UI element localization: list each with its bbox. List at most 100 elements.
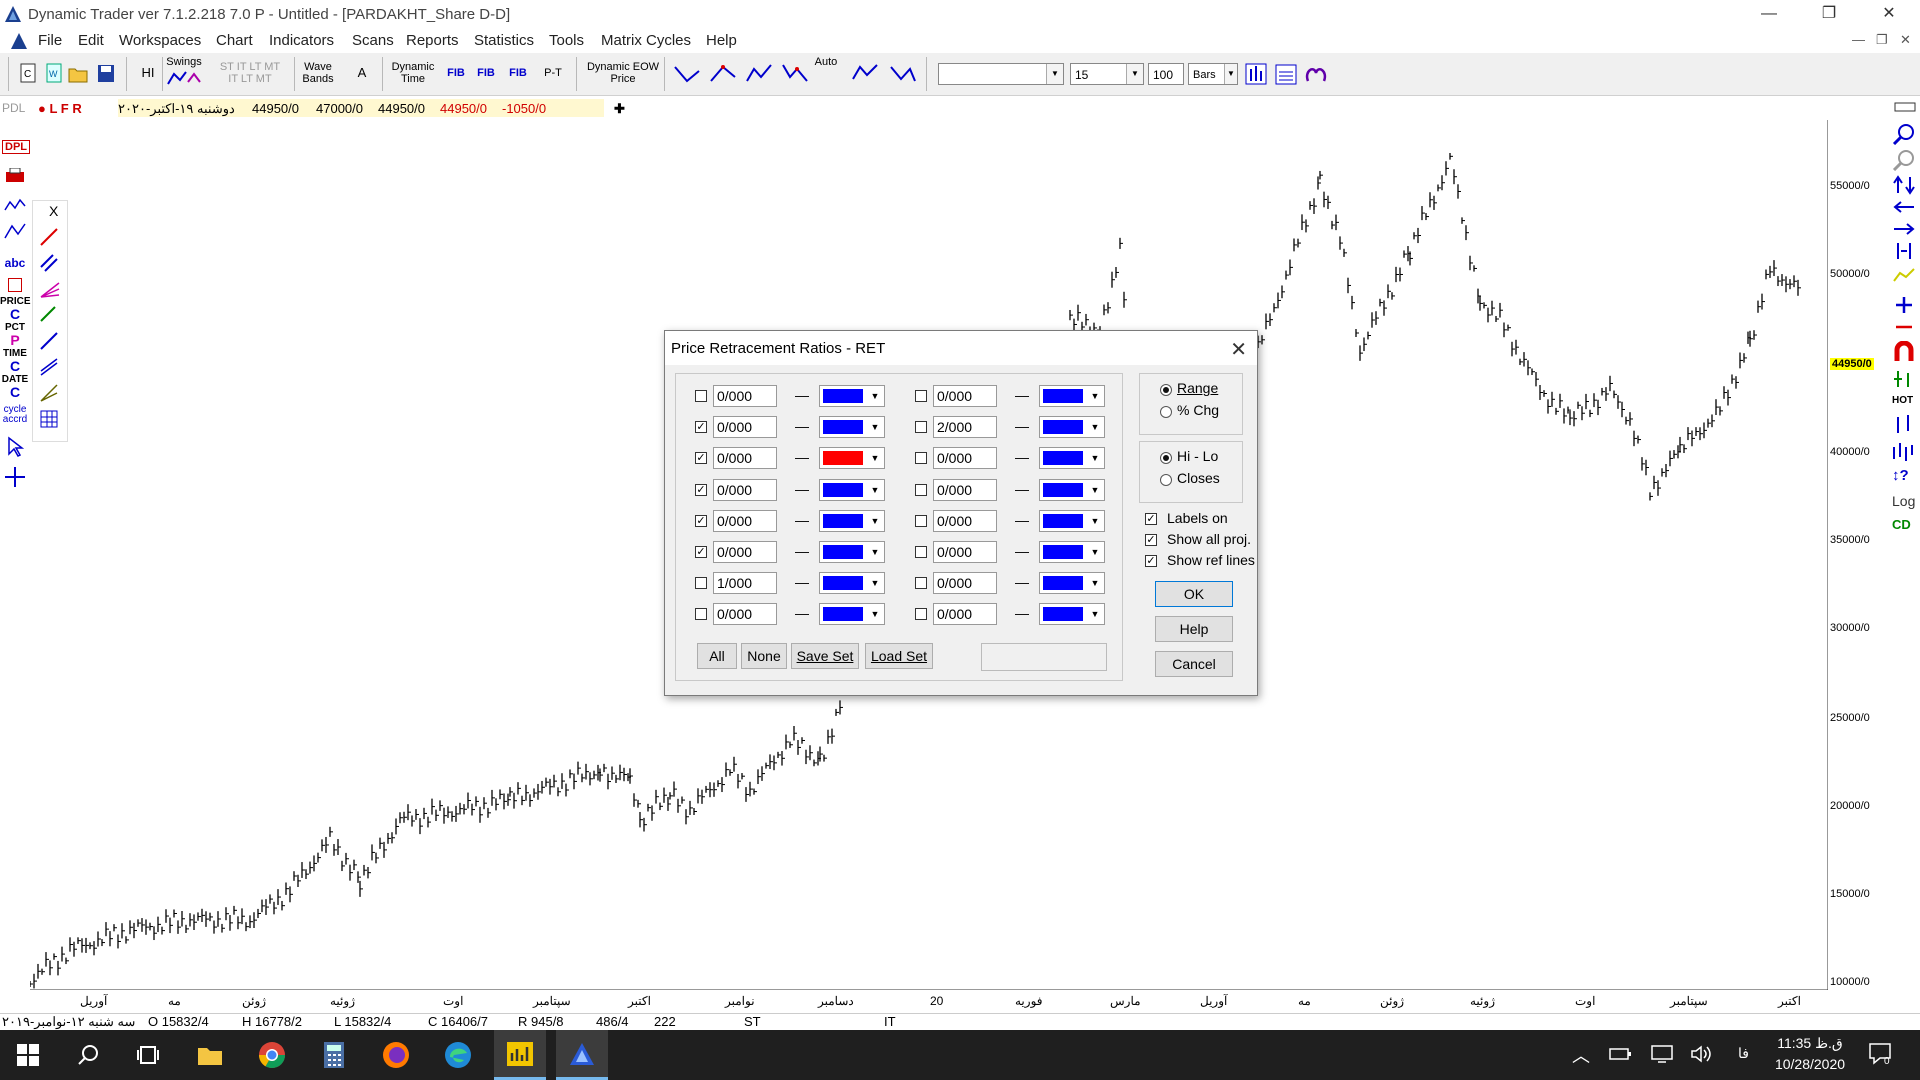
pct-chg-radio[interactable]	[1160, 406, 1172, 418]
close-icon[interactable]: ✕	[1230, 337, 1247, 362]
mdi-close-button[interactable]: ✕	[1900, 32, 1911, 48]
menu-edit[interactable]: Edit	[78, 32, 104, 49]
set-name-field[interactable]	[981, 643, 1107, 671]
bar-chart-icon[interactable]	[1244, 61, 1268, 87]
ratio-color-select[interactable]: ▼	[819, 416, 885, 439]
bars-count-field[interactable]: 100	[1148, 63, 1184, 85]
ratio-color-select[interactable]: ▼	[819, 603, 885, 626]
cycles-icon[interactable]	[1302, 61, 1330, 87]
input-language[interactable]: فا	[1738, 1045, 1749, 1062]
hilo-radio[interactable]	[1160, 452, 1172, 464]
pattern-up-tool-icon[interactable]	[850, 61, 880, 87]
show-ref-lines-checkbox[interactable]: ✓	[1145, 555, 1157, 567]
ratio-color-select[interactable]: ▼	[819, 478, 885, 501]
ratio-value-field[interactable]: 0/000	[933, 447, 997, 470]
ratio-value-field[interactable]: 0/000	[933, 385, 997, 407]
volume-icon[interactable]	[1690, 1044, 1714, 1064]
up-down-arrows-icon[interactable]	[1892, 175, 1916, 195]
dynamic-time-button[interactable]: Dynamic Time	[390, 58, 436, 88]
add-study-icon[interactable]	[1894, 295, 1914, 315]
restore-button[interactable]: ❐	[1806, 0, 1852, 30]
log-scale-button[interactable]: Log	[1892, 493, 1915, 509]
ratio-checkbox[interactable]	[915, 608, 927, 621]
abc-wave-icon[interactable]	[4, 222, 26, 242]
save-icon[interactable]	[94, 61, 118, 87]
magnet-icon[interactable]	[1892, 341, 1916, 363]
ratio-checkbox[interactable]	[695, 577, 707, 590]
scroll-right-icon[interactable]	[1892, 221, 1916, 237]
a-button[interactable]: A	[352, 58, 372, 88]
pattern-down-tool-icon[interactable]	[888, 61, 918, 87]
ratio-value-field[interactable]: 0/000	[713, 603, 777, 626]
ratio-color-select[interactable]: ▼	[819, 385, 885, 407]
calculator-button[interactable]	[308, 1030, 360, 1080]
menu-workspaces[interactable]: Workspaces	[119, 32, 201, 49]
calendar-icon[interactable]	[1274, 61, 1298, 87]
pt-button[interactable]: P-T	[540, 58, 566, 88]
all-button[interactable]: All	[697, 643, 737, 669]
firefox-button[interactable]	[370, 1030, 422, 1080]
menu-matrix-cycles[interactable]: Matrix Cycles	[601, 32, 691, 49]
ratio-color-select[interactable]: ▼	[1039, 447, 1105, 470]
menu-reports[interactable]: Reports	[406, 32, 459, 49]
clock-date[interactable]: 10/28/2020	[1774, 1056, 1846, 1072]
ratio-color-select[interactable]: ▼	[1039, 385, 1105, 407]
range-radio[interactable]	[1160, 384, 1172, 396]
ratio-value-field[interactable]: 0/000	[933, 509, 997, 532]
fib-time-button-2[interactable]: FIB	[474, 58, 498, 88]
labels-on-checkbox[interactable]: ✓	[1145, 513, 1157, 525]
ratio-value-field[interactable]: 1/000	[713, 572, 777, 595]
menu-indicators[interactable]: Indicators	[269, 32, 334, 49]
menu-statistics[interactable]: Statistics	[474, 32, 534, 49]
abc-label-button[interactable]: abc	[2, 256, 28, 270]
zoom-out-icon[interactable]	[1892, 149, 1916, 171]
zoom-in-icon[interactable]	[1892, 123, 1916, 145]
pct-p-button[interactable]: P	[0, 332, 30, 348]
ratio-checkbox[interactable]: ✓	[695, 421, 707, 434]
menu-chart[interactable]: Chart	[216, 32, 253, 49]
file-explorer-button[interactable]	[184, 1030, 236, 1080]
ratio-value-field[interactable]: 0/000	[713, 541, 777, 563]
ratio-checkbox[interactable]: ✓	[695, 514, 707, 527]
open-folder-icon[interactable]	[66, 61, 90, 87]
show-all-proj-checkbox[interactable]: ✓	[1145, 534, 1157, 546]
ratio-checkbox[interactable]: ✓	[695, 546, 707, 558]
swing-degree-selector[interactable]: ST IT LT MT IT LT MT	[210, 58, 290, 88]
add-icon[interactable]: ✚	[614, 101, 625, 117]
compress-icon[interactable]	[1892, 241, 1916, 261]
date-c-button[interactable]: C	[0, 384, 30, 400]
ratio-checkbox[interactable]	[695, 390, 707, 402]
new-chart-icon[interactable]: C	[16, 61, 40, 87]
menu-help[interactable]: Help	[706, 32, 737, 49]
swing-up-tool-icon[interactable]	[708, 61, 738, 87]
task-view-button[interactable]	[122, 1030, 174, 1080]
cd-button[interactable]: CD	[1892, 517, 1911, 532]
scroll-icon[interactable]	[1894, 101, 1916, 113]
snap-icon[interactable]	[1892, 369, 1916, 389]
ratio-color-select[interactable]: ▼	[1039, 603, 1105, 626]
abc-down-tool-icon[interactable]	[780, 61, 810, 87]
ratio-checkbox[interactable]	[915, 514, 927, 527]
rectangle-tool-icon[interactable]	[8, 278, 22, 292]
scroll-left-icon[interactable]	[1892, 199, 1916, 215]
workspace-icon[interactable]: W	[42, 61, 66, 87]
help-marker-icon[interactable]: ↕?	[1892, 467, 1909, 484]
swing-down-tool-icon[interactable]	[672, 61, 702, 87]
ratio-value-field[interactable]: 0/000	[933, 478, 997, 501]
pdl-label[interactable]: PDL	[2, 101, 25, 115]
ratio-color-select[interactable]: ▼	[819, 541, 885, 563]
menu-tools[interactable]: Tools	[549, 32, 584, 49]
fib-time-button-1[interactable]: FIB	[444, 58, 468, 88]
menu-scans[interactable]: Scans	[352, 32, 394, 49]
ratio-value-field[interactable]: 0/000	[713, 478, 777, 501]
mdi-minimize-button[interactable]: —	[1852, 32, 1865, 47]
show-hidden-icons[interactable]: ︿	[1572, 1042, 1590, 1068]
ratio-color-select[interactable]: ▼	[819, 572, 885, 595]
help-button[interactable]: Help	[1155, 616, 1233, 642]
search-button[interactable]	[62, 1030, 114, 1080]
wave-tool-icon[interactable]	[4, 196, 26, 216]
fib-time-button-3[interactable]: FIB	[506, 58, 530, 88]
remove-study-icon[interactable]	[1894, 321, 1914, 333]
closes-radio[interactable]	[1160, 474, 1172, 486]
clock-time[interactable]: 11:35 ق.ظ	[1774, 1035, 1846, 1052]
